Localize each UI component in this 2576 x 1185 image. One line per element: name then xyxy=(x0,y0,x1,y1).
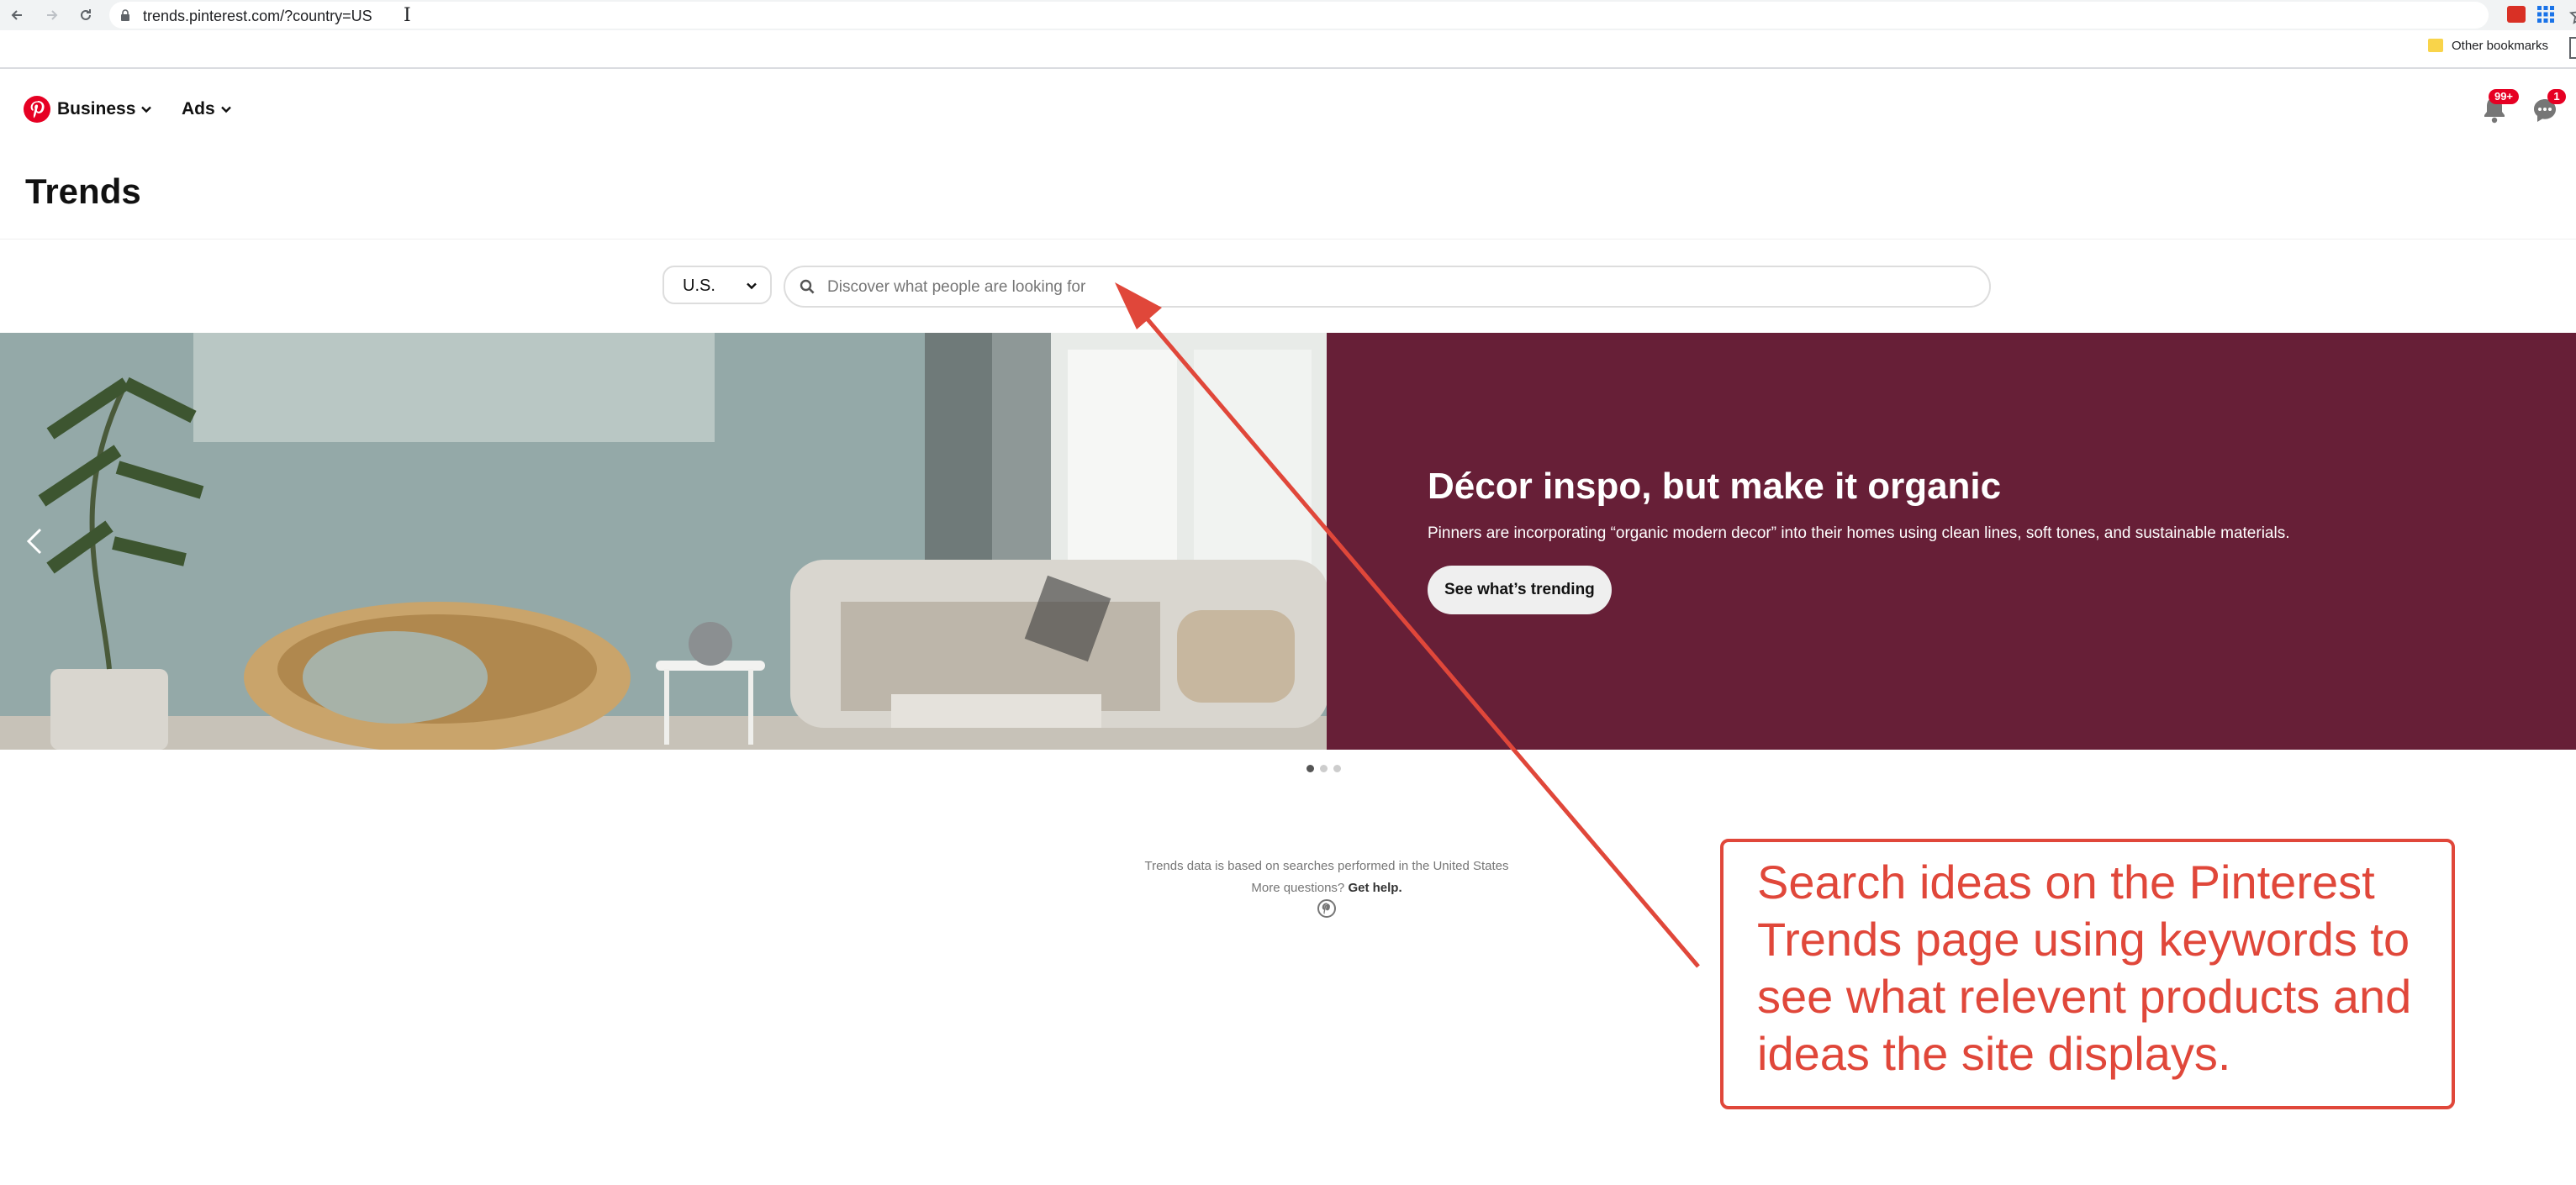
business-menu-label: Business xyxy=(57,99,136,118)
forward-button[interactable] xyxy=(40,3,64,27)
url-text: trends.pinterest.com/?country=US xyxy=(143,8,372,24)
carousel-prev-icon[interactable] xyxy=(24,526,47,556)
forward-arrow-icon xyxy=(47,10,58,20)
ads-menu[interactable]: Ads xyxy=(182,99,232,119)
carousel-dots xyxy=(1306,765,1357,775)
carousel-dot[interactable] xyxy=(1333,765,1341,772)
bookmark-star-icon[interactable] xyxy=(2568,4,2576,26)
hero-image xyxy=(0,333,1327,750)
business-menu[interactable]: Business xyxy=(57,99,152,119)
chevron-down-icon xyxy=(220,107,231,113)
back-button[interactable] xyxy=(5,3,29,27)
notifications-badge: 99+ xyxy=(2489,89,2519,104)
country-select-value: U.S. xyxy=(683,276,715,295)
extension-icon[interactable] xyxy=(2507,6,2526,23)
carousel-dot[interactable] xyxy=(1306,765,1314,772)
carousel-dot[interactable] xyxy=(1320,765,1328,772)
hero-title: Décor inspo, but make it organic xyxy=(1428,466,2002,507)
reload-button[interactable] xyxy=(74,3,98,27)
pinterest-logo-icon[interactable] xyxy=(24,96,50,123)
annotation-callout: Search ideas on the Pinterest Trends pag… xyxy=(1720,839,2455,1109)
footer-help-prefix: More questions? xyxy=(1251,881,1345,895)
country-select[interactable]: U.S. xyxy=(662,266,772,304)
reading-list-icon[interactable] xyxy=(2569,37,2576,59)
divider xyxy=(0,239,2576,240)
get-help-link[interactable]: Get help. xyxy=(1348,881,1401,895)
chevron-down-icon xyxy=(141,107,152,113)
folder-icon xyxy=(2428,39,2443,52)
hero-panel: Décor inspo, but make it organic Pinners… xyxy=(1327,333,2576,750)
apps-grid-icon[interactable] xyxy=(2536,4,2556,24)
page-title: Trends xyxy=(25,171,141,211)
back-arrow-icon xyxy=(11,10,22,20)
address-bar[interactable]: trends.pinterest.com/?country=US I xyxy=(109,2,2576,29)
hero-description: Pinners are incorporating “organic moder… xyxy=(1428,524,2290,542)
pinterest-footer-logo-icon xyxy=(1317,899,1336,918)
ads-menu-label: Ads xyxy=(182,99,215,118)
chevron-down-icon xyxy=(747,282,757,290)
reload-icon xyxy=(81,9,91,20)
living-room-illustration xyxy=(0,333,1327,750)
bookmarks-bar: Other bookmarks xyxy=(0,30,2576,69)
annotation-text: Search ideas on the Pinterest Trends pag… xyxy=(1757,856,2412,1080)
footer-help: More questions? Get help. xyxy=(906,881,1747,895)
search-icon xyxy=(800,279,815,294)
text-cursor-icon: I xyxy=(404,5,411,26)
page: trends.pinterest.com/?country=US I Other… xyxy=(0,0,2576,1185)
other-bookmarks-link[interactable]: Other bookmarks xyxy=(2452,39,2548,53)
hero-carousel: Décor inspo, but make it organic Pinners… xyxy=(0,333,2576,750)
see-whats-trending-button[interactable]: See what’s trending xyxy=(1428,566,1612,614)
search-input[interactable] xyxy=(826,275,1922,300)
messages-badge: 1 xyxy=(2547,89,2566,104)
lock-icon xyxy=(121,9,129,21)
footer-note: Trends data is based on searches perform… xyxy=(1144,859,1509,873)
browser-toolbar: trends.pinterest.com/?country=US I xyxy=(0,0,2576,30)
search-box[interactable] xyxy=(784,266,1991,308)
